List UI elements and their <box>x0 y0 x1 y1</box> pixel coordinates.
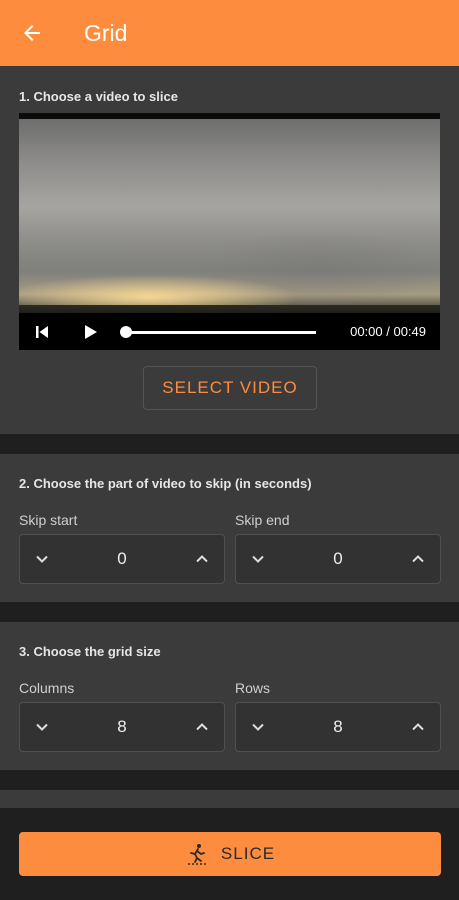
columns-value[interactable]: 8 <box>117 717 126 737</box>
chevron-down-icon <box>252 555 264 563</box>
slice-label: SLICE <box>220 844 276 863</box>
arrow-left-icon <box>24 25 40 41</box>
chevron-down-icon <box>36 555 48 563</box>
play-button[interactable] <box>79 321 101 343</box>
rows-label: Rows <box>235 680 271 696</box>
app-bar: Grid <box>0 0 459 66</box>
skip-previous-button[interactable] <box>31 321 53 343</box>
skip-start-stepper: 0 <box>19 534 225 584</box>
slice-button[interactable]: SLICE <box>19 832 441 876</box>
rows-value[interactable]: 8 <box>333 717 342 737</box>
step3-title: 3. Choose the grid size <box>19 644 161 659</box>
increment-button[interactable] <box>408 717 428 737</box>
decrement-button[interactable] <box>248 717 268 737</box>
decrement-button[interactable] <box>248 549 268 569</box>
back-button[interactable] <box>0 0 64 66</box>
skip-end-value[interactable]: 0 <box>333 549 342 569</box>
player-controls: 00:00 / 00:49 <box>19 313 440 350</box>
skip-start-value[interactable]: 0 <box>117 549 126 569</box>
page-title: Grid <box>84 19 128 46</box>
step1-title: 1. Choose a video to slice <box>19 89 178 104</box>
increment-button[interactable] <box>192 549 212 569</box>
increment-button[interactable] <box>408 549 428 569</box>
video-frame <box>19 119 440 314</box>
increment-button[interactable] <box>192 717 212 737</box>
rows-stepper: 8 <box>235 702 441 752</box>
skip-previous-icon <box>36 326 48 338</box>
chevron-down-icon <box>252 723 264 731</box>
chevron-up-icon <box>412 555 424 563</box>
time-readout: 00:00 / 00:49 <box>350 324 426 339</box>
skip-start-label: Skip start <box>19 512 78 528</box>
seek-bar[interactable] <box>126 331 316 334</box>
chevron-up-icon <box>196 723 208 731</box>
step2-title: 2. Choose the part of video to skip (in … <box>19 476 312 491</box>
decrement-button[interactable] <box>32 717 52 737</box>
select-video-button[interactable]: SELECT VIDEO <box>143 366 317 410</box>
slice-figure-icon <box>187 844 206 865</box>
skip-end-label: Skip end <box>235 512 290 528</box>
chevron-up-icon <box>196 555 208 563</box>
next-card-peek <box>0 790 459 808</box>
columns-label: Columns <box>19 680 75 696</box>
seek-thumb[interactable] <box>120 326 132 338</box>
chevron-up-icon <box>412 723 424 731</box>
decrement-button[interactable] <box>32 549 52 569</box>
skip-end-stepper: 0 <box>235 534 441 584</box>
play-icon <box>85 325 97 339</box>
columns-stepper: 8 <box>19 702 225 752</box>
chevron-down-icon <box>36 723 48 731</box>
video-player[interactable]: 00:00 / 00:49 <box>19 113 440 350</box>
